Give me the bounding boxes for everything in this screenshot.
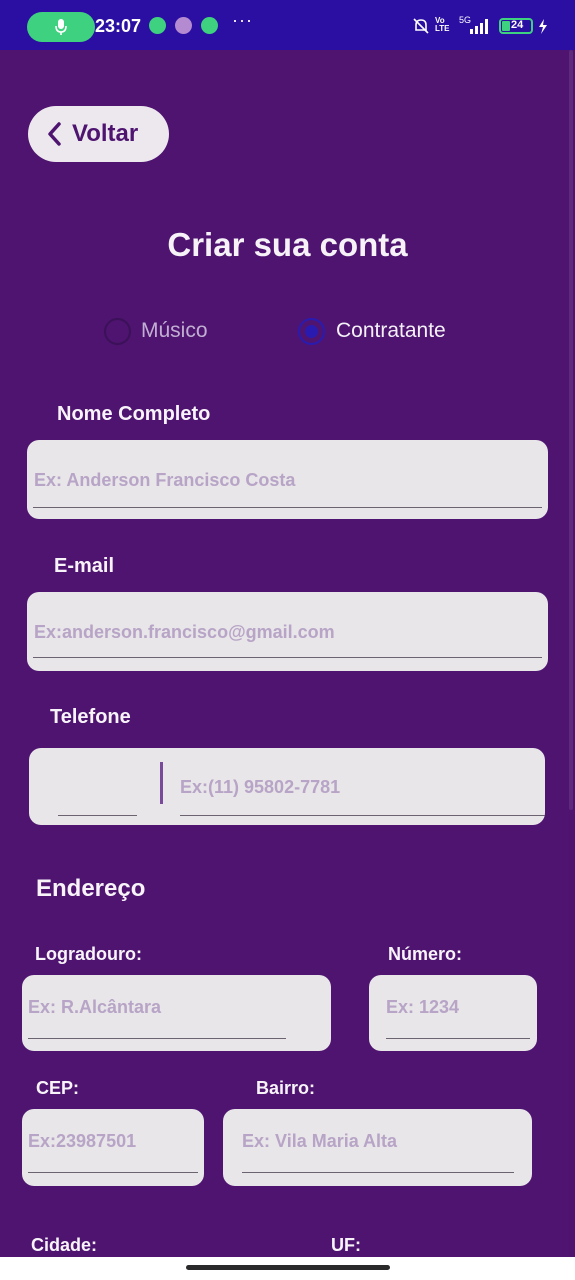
bairro-placeholder: Ex: Vila Maria Alta: [242, 1131, 398, 1151]
phone-number-input[interactable]: Ex:(11) 95802-7781: [180, 768, 545, 816]
telefone-label: Telefone: [50, 706, 131, 728]
email-label: E-mail: [54, 555, 115, 577]
cep-placeholder: Ex:23987501: [28, 1131, 137, 1151]
bairro-label: Bairro:: [256, 1078, 316, 1098]
battery-level: 24: [511, 19, 524, 31]
logradouro-placeholder: Ex: R.Alcântara: [28, 997, 162, 1017]
numero-placeholder: Ex: 1234: [386, 997, 460, 1017]
whatsapp-icon: [149, 17, 166, 34]
logradouro-label: Logradouro:: [35, 944, 142, 964]
cep-label: CEP:: [36, 1078, 80, 1098]
nome-input[interactable]: Ex: Anderson Francisco Costa: [27, 440, 548, 519]
email-input[interactable]: Ex:anderson.francisco@gmail.com: [27, 592, 548, 671]
nome-label: Nome Completo: [57, 403, 211, 425]
radio-musico-label[interactable]: Músico: [141, 319, 208, 343]
numero-label: Número:: [388, 944, 463, 964]
status-time: 23:07: [95, 16, 142, 36]
signal-icon: [470, 19, 488, 34]
back-button-label: Voltar: [72, 120, 139, 147]
telefone-input-group: Ex:(11) 95802-7781: [29, 748, 545, 825]
charging-icon: [539, 19, 547, 34]
bairro-input[interactable]: Ex: Vila Maria Alta: [223, 1109, 532, 1186]
phone-divider: [160, 762, 163, 804]
mic-active-indicator[interactable]: [27, 12, 95, 42]
page-title: Criar sua conta: [167, 226, 408, 263]
country-code-input[interactable]: [58, 768, 137, 816]
chevron-left-icon: [48, 122, 61, 146]
status-bar: 23:07 ··· Vo LTE 5G 24: [0, 0, 575, 50]
numero-input[interactable]: Ex: 1234: [369, 975, 537, 1051]
more-notifications-icon: ···: [232, 10, 253, 30]
alarm-off-icon: [413, 18, 429, 34]
chat-notification-icon: [201, 17, 218, 34]
radio-contratante-label[interactable]: Contratante: [336, 319, 446, 343]
nome-placeholder: Ex: Anderson Francisco Costa: [34, 470, 296, 490]
scrollbar[interactable]: [569, 50, 573, 810]
radio-contratante[interactable]: [298, 318, 325, 345]
email-placeholder: Ex:anderson.francisco@gmail.com: [34, 622, 335, 642]
back-button[interactable]: Voltar: [28, 106, 169, 162]
cidade-label: Cidade:: [31, 1235, 98, 1255]
app-notification-icon: [175, 17, 192, 34]
endereco-section-title: Endereço: [36, 875, 146, 902]
home-gesture-handle[interactable]: [186, 1265, 390, 1270]
telefone-placeholder: Ex:(11) 95802-7781: [180, 777, 341, 797]
cep-input[interactable]: Ex:23987501: [22, 1109, 204, 1186]
logradouro-input[interactable]: Ex: R.Alcântara: [22, 975, 331, 1051]
uf-label: UF:: [331, 1235, 361, 1255]
battery-icon: 24: [499, 18, 533, 34]
microphone-icon: [55, 19, 67, 35]
volte-icon: Vo LTE: [435, 16, 450, 33]
radio-musico[interactable]: [104, 318, 131, 345]
